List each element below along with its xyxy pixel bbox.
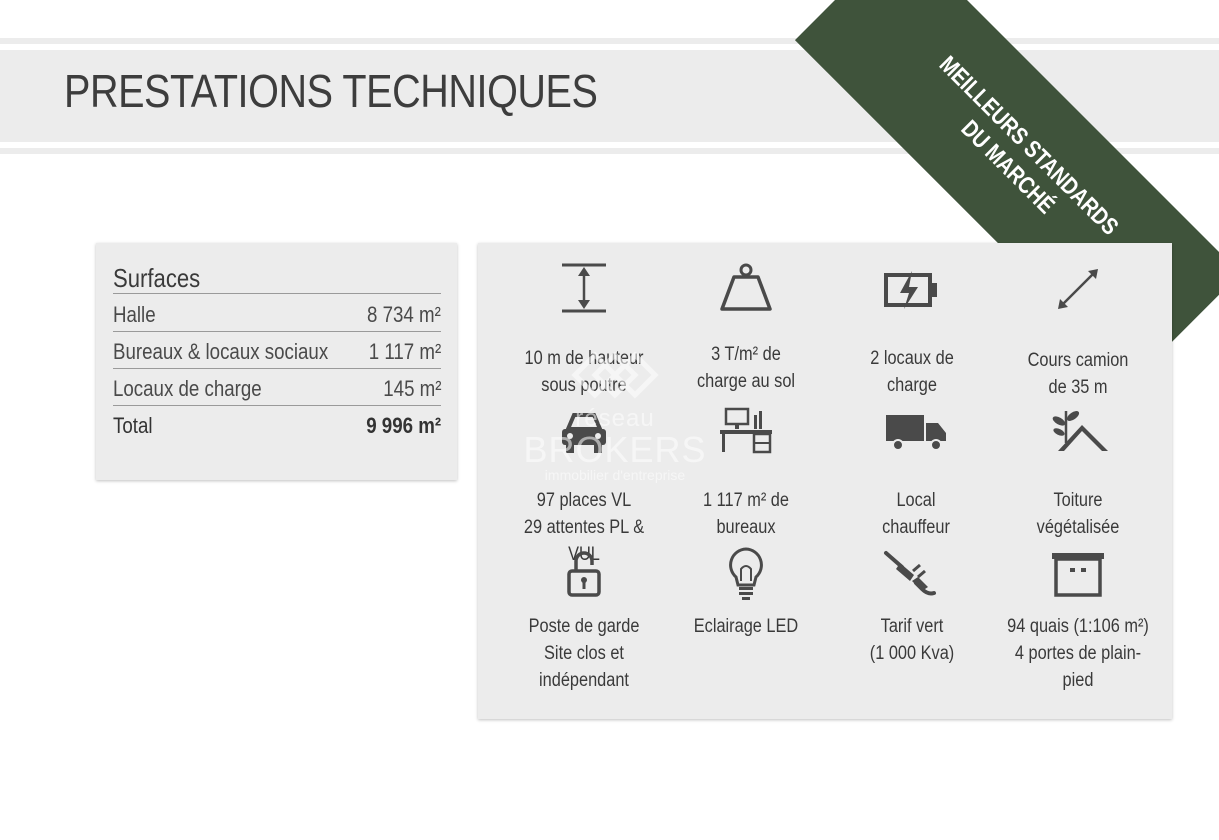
- diagonal-arrow-icon: [1058, 269, 1098, 309]
- feature-line: Toiture: [1053, 490, 1103, 511]
- surfaces-panel: Surfaces Halle 8 734 m² Bureaux & locaux…: [96, 243, 457, 480]
- feature-line: chauffeur: [882, 517, 950, 538]
- surface-label: Bureaux & locaux sociaux: [113, 339, 329, 364]
- feature-line: charge: [887, 375, 937, 396]
- surface-total-row: Total 9 996 m²: [113, 405, 441, 442]
- feature-line: (1 000 Kva): [869, 643, 955, 664]
- feature-line: 2 locaux de: [870, 348, 954, 369]
- header-rule-top: [0, 38, 1219, 44]
- feature-line: 94 quais (1:106 m²): [1007, 616, 1149, 637]
- surface-total-value: 9 996 m²: [366, 413, 441, 438]
- lightbulb-icon: [729, 547, 763, 600]
- feature-line: 3 T/m² de: [711, 344, 781, 365]
- feature-line: 4 portes de plain-pied: [1014, 643, 1142, 691]
- surface-label: Halle: [113, 302, 156, 327]
- height-arrow-icon: [562, 263, 606, 313]
- surface-value: 145 m²: [382, 376, 441, 401]
- loading-dock-icon: [1052, 553, 1104, 597]
- feature-line: Poste de garde: [528, 616, 640, 637]
- surface-value: 8 734 m²: [367, 302, 441, 327]
- watermark-brand: BROKERS: [523, 429, 707, 470]
- surfaces-title: Surfaces: [113, 263, 201, 293]
- battery-charging-icon: [884, 271, 937, 309]
- surface-value: 1 117 m²: [368, 339, 441, 364]
- weight-icon: [720, 263, 772, 311]
- watermark-sub: immobilier d'entreprise: [544, 467, 686, 483]
- plug-icon: [884, 551, 936, 596]
- watermark-logo-icon: [571, 351, 659, 399]
- feature-line: bureaux: [716, 517, 776, 538]
- feature-line: de 35 m: [1048, 377, 1108, 398]
- padlock-icon: [567, 551, 601, 597]
- truck-icon: [886, 415, 946, 451]
- surface-row: Locaux de charge 145 m²: [113, 368, 441, 406]
- surface-label: Locaux de charge: [113, 376, 262, 401]
- feature-line: Site clos et indépendant: [539, 643, 629, 691]
- feature-line: 1 117 m² de: [703, 490, 789, 511]
- surface-total-label: Total: [113, 413, 153, 438]
- feature-line: Local: [896, 490, 936, 511]
- page-title: PRESTATIONS TECHNIQUES: [64, 65, 598, 117]
- feature-line: Cours camion: [1027, 350, 1129, 371]
- desk-icon: [720, 407, 772, 454]
- feature-line: 97 places VL: [536, 490, 632, 511]
- feature-line: Eclairage LED: [693, 616, 799, 637]
- green-roof-icon: [1052, 411, 1108, 451]
- surface-row: Bureaux & locaux sociaux 1 117 m²: [113, 331, 441, 369]
- surface-row: Halle 8 734 m²: [113, 294, 441, 332]
- feature-line: végétalisée: [1036, 517, 1120, 538]
- feature-line: Tarif vert: [880, 616, 944, 637]
- watermark: réseau BROKERS immobilier d'entreprise: [515, 350, 715, 483]
